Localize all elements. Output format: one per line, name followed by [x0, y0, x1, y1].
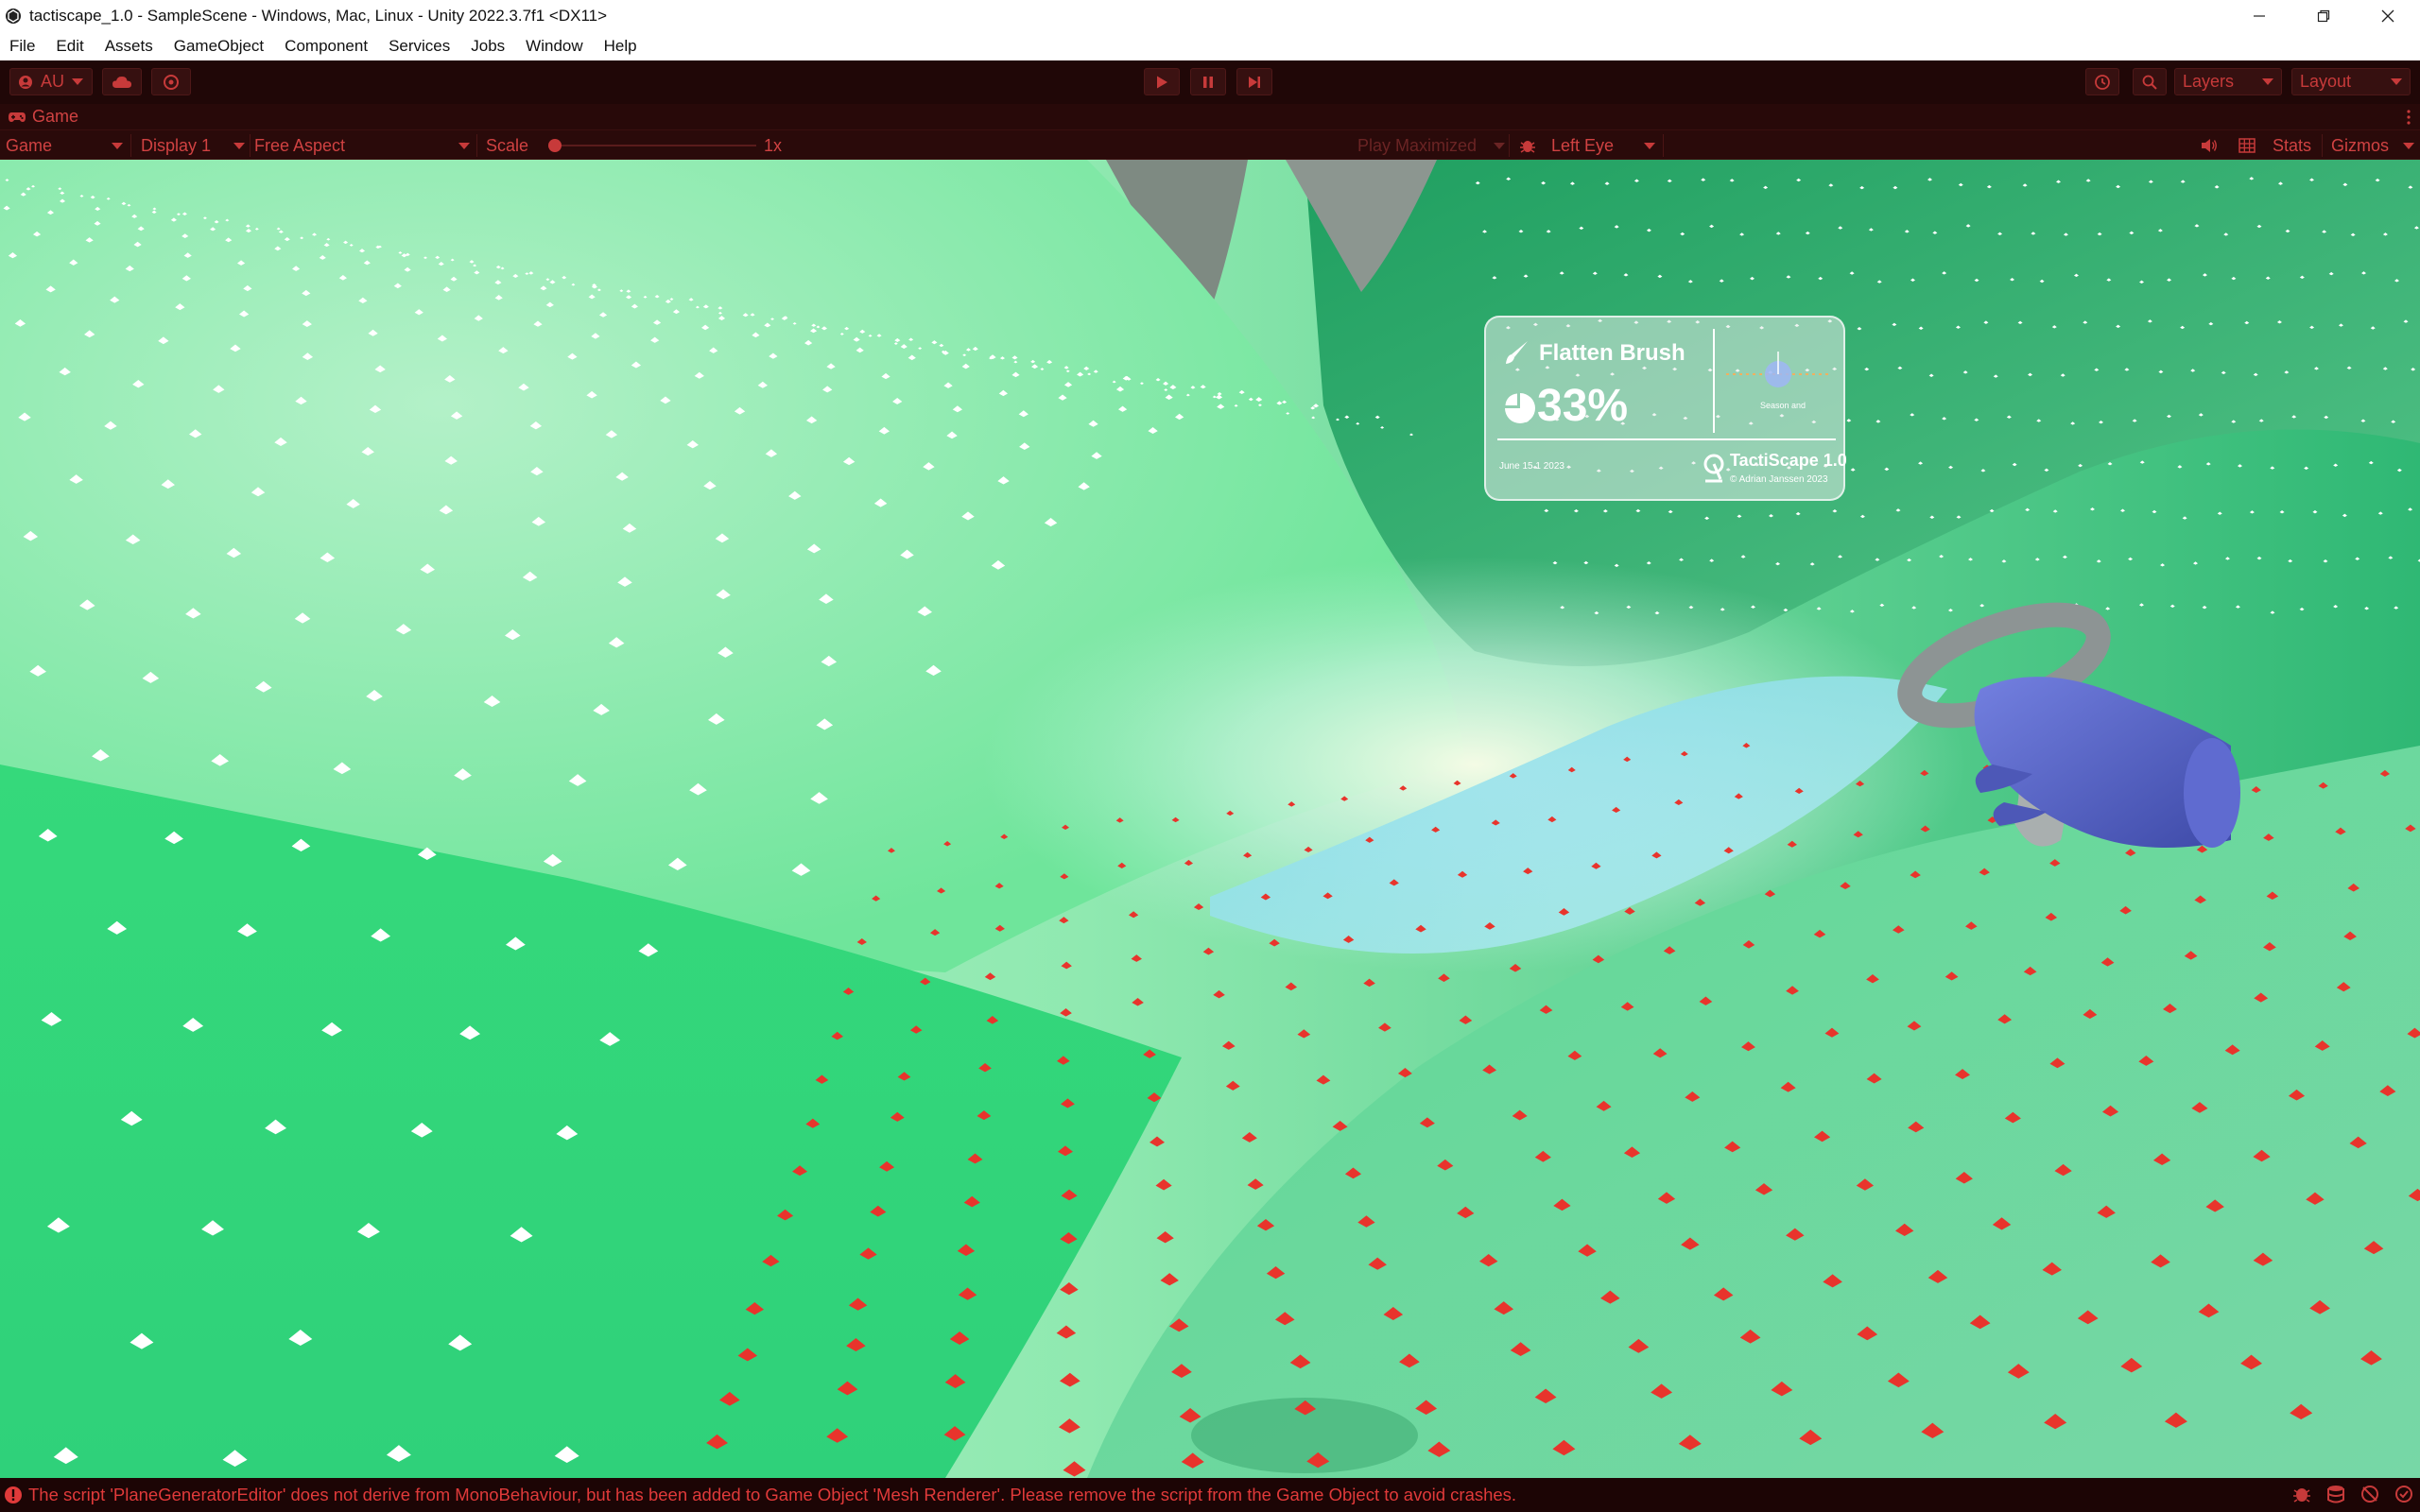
scale-value: 1x: [764, 135, 783, 155]
chevron-down-icon: [1644, 142, 1655, 149]
chevron-down-icon: [1494, 142, 1505, 149]
terrain-scene: [0, 160, 2420, 1478]
layers-dropdown[interactable]: Layers: [2174, 68, 2282, 95]
menu-assets[interactable]: Assets: [105, 37, 153, 56]
pause-button[interactable]: [1190, 68, 1226, 95]
mini-label: Season and: [1760, 401, 1806, 410]
hud-copyright: © Adrian Janssen 2023: [1730, 474, 1828, 485]
pie-icon: [1505, 393, 1535, 423]
chevron-down-icon: [72, 78, 84, 85]
grid-icon[interactable]: [2238, 138, 2256, 153]
scale-slider[interactable]: [548, 138, 756, 153]
console-status-bar[interactable]: The script 'PlaneGeneratorEditor' does n…: [0, 1478, 2420, 1512]
play-mode-select-label: Play Maximized: [1357, 135, 1478, 155]
scale-slider-track: [548, 145, 756, 146]
restore-button[interactable]: [2291, 0, 2356, 31]
brush-icon: [1506, 341, 1528, 364]
pause-icon: [1203, 76, 1213, 88]
menu-file[interactable]: File: [9, 37, 35, 56]
chevron-down-icon: [2262, 78, 2273, 85]
game-viewport[interactable]: Flatten Brush 33% Season and June 15 1 2…: [0, 160, 2420, 1478]
chevron-down-icon: [2403, 142, 2414, 149]
status-message: The script 'PlaneGeneratorEditor' does n…: [28, 1485, 1517, 1504]
eye-select-label: Left Eye: [1551, 135, 1615, 155]
tab-game-label: Game: [32, 107, 79, 126]
eye-select[interactable]: Left Eye: [1551, 134, 1655, 157]
minimize-icon: [2254, 14, 2265, 17]
chevron-down-icon: [2391, 78, 2402, 85]
database-icon[interactable]: [2325, 1484, 2346, 1504]
brush-hud-panel: Flatten Brush 33% Season and June 15 1 2…: [1484, 316, 1847, 501]
mini-dial-icon: [1726, 352, 1830, 387]
menu-component[interactable]: Component: [285, 37, 368, 56]
bug-icon[interactable]: [1519, 137, 1536, 154]
minimize-button[interactable]: [2227, 0, 2291, 31]
menu-window[interactable]: Window: [526, 37, 582, 56]
brush-percent: 33%: [1537, 381, 1629, 431]
cloud-icon: [112, 76, 131, 88]
mute-audio-icon[interactable]: [2201, 138, 2218, 153]
chevron-down-icon: [233, 142, 245, 149]
bug-report-icon[interactable]: [2291, 1484, 2312, 1504]
network-off-icon[interactable]: [2360, 1484, 2380, 1504]
hud-date: June 15 1 2023: [1499, 461, 1564, 472]
chevron-down-icon: [112, 142, 123, 149]
unity-logo-icon: [6, 8, 21, 24]
step-button[interactable]: [1236, 68, 1272, 95]
layout-label: Layout: [2300, 72, 2352, 91]
aspect-select[interactable]: Free Aspect: [254, 134, 470, 157]
tactiscape-logo-icon: [1703, 454, 1724, 483]
menu-edit[interactable]: Edit: [56, 37, 83, 56]
display-select[interactable]: Display 1: [141, 134, 245, 157]
view-select[interactable]: Game: [6, 134, 123, 157]
menu-gameobject[interactable]: GameObject: [174, 37, 264, 56]
view-select-label: Game: [6, 135, 53, 155]
title-bar: tactiscape_1.0 - SampleScene - Windows, …: [0, 0, 2420, 31]
menu-services[interactable]: Services: [389, 37, 450, 56]
target-icon: [164, 74, 179, 90]
account-label: AU: [41, 72, 65, 91]
stats-button[interactable]: Stats: [2273, 134, 2311, 157]
window-title: tactiscape_1.0 - SampleScene - Windows, …: [29, 6, 608, 25]
close-window-button[interactable]: [2356, 0, 2420, 31]
chevron-down-icon: [458, 142, 470, 149]
scale-label: Scale: [486, 135, 529, 155]
user-icon: [19, 75, 32, 89]
restore-icon: [2317, 9, 2330, 22]
play-mode-select[interactable]: Play Maximized: [1357, 134, 1505, 157]
search-icon: [2142, 75, 2157, 90]
gizmos-dropdown[interactable]: Gizmos: [2331, 134, 2414, 157]
aspect-select-label: Free Aspect: [254, 135, 346, 155]
menu-bar: File Edit Assets GameObject Component Se…: [0, 31, 2420, 60]
hud-divider: [1713, 329, 1715, 433]
play-button[interactable]: [1144, 68, 1180, 95]
history-icon: [2095, 74, 2110, 90]
step-icon: [1249, 76, 1260, 88]
layers-label: Layers: [2183, 72, 2235, 91]
search-button[interactable]: [2133, 68, 2167, 95]
play-icon: [1157, 76, 1167, 88]
hud-rule: [1497, 438, 1836, 440]
display-select-label: Display 1: [141, 135, 212, 155]
more-options-icon[interactable]: [2407, 110, 2411, 125]
gamepad-icon: [9, 112, 26, 122]
tool-name: Flatten Brush: [1539, 340, 1685, 366]
error-icon: [5, 1486, 22, 1503]
close-icon: [2381, 9, 2394, 22]
menu-help[interactable]: Help: [604, 37, 637, 56]
undo-history-button[interactable]: [2085, 68, 2119, 95]
tab-game[interactable]: Game: [8, 107, 78, 127]
gizmos-label: Gizmos: [2331, 135, 2390, 155]
check-circle-icon[interactable]: [2394, 1484, 2414, 1504]
cloud-button[interactable]: [102, 68, 142, 95]
collab-button[interactable]: [151, 68, 191, 95]
scale-slider-thumb[interactable]: [548, 139, 562, 152]
layout-dropdown[interactable]: Layout: [2291, 68, 2411, 95]
menu-jobs[interactable]: Jobs: [471, 37, 505, 56]
game-control-bar: Game Display 1 Free Aspect Scale 1x Play…: [0, 129, 2420, 160]
main-toolbar: AU Layers Layout: [0, 60, 2420, 104]
game-tab-row: Game: [0, 104, 2420, 129]
account-dropdown[interactable]: AU: [9, 68, 93, 95]
hud-brand: TactiScape 1.0: [1730, 451, 1847, 470]
